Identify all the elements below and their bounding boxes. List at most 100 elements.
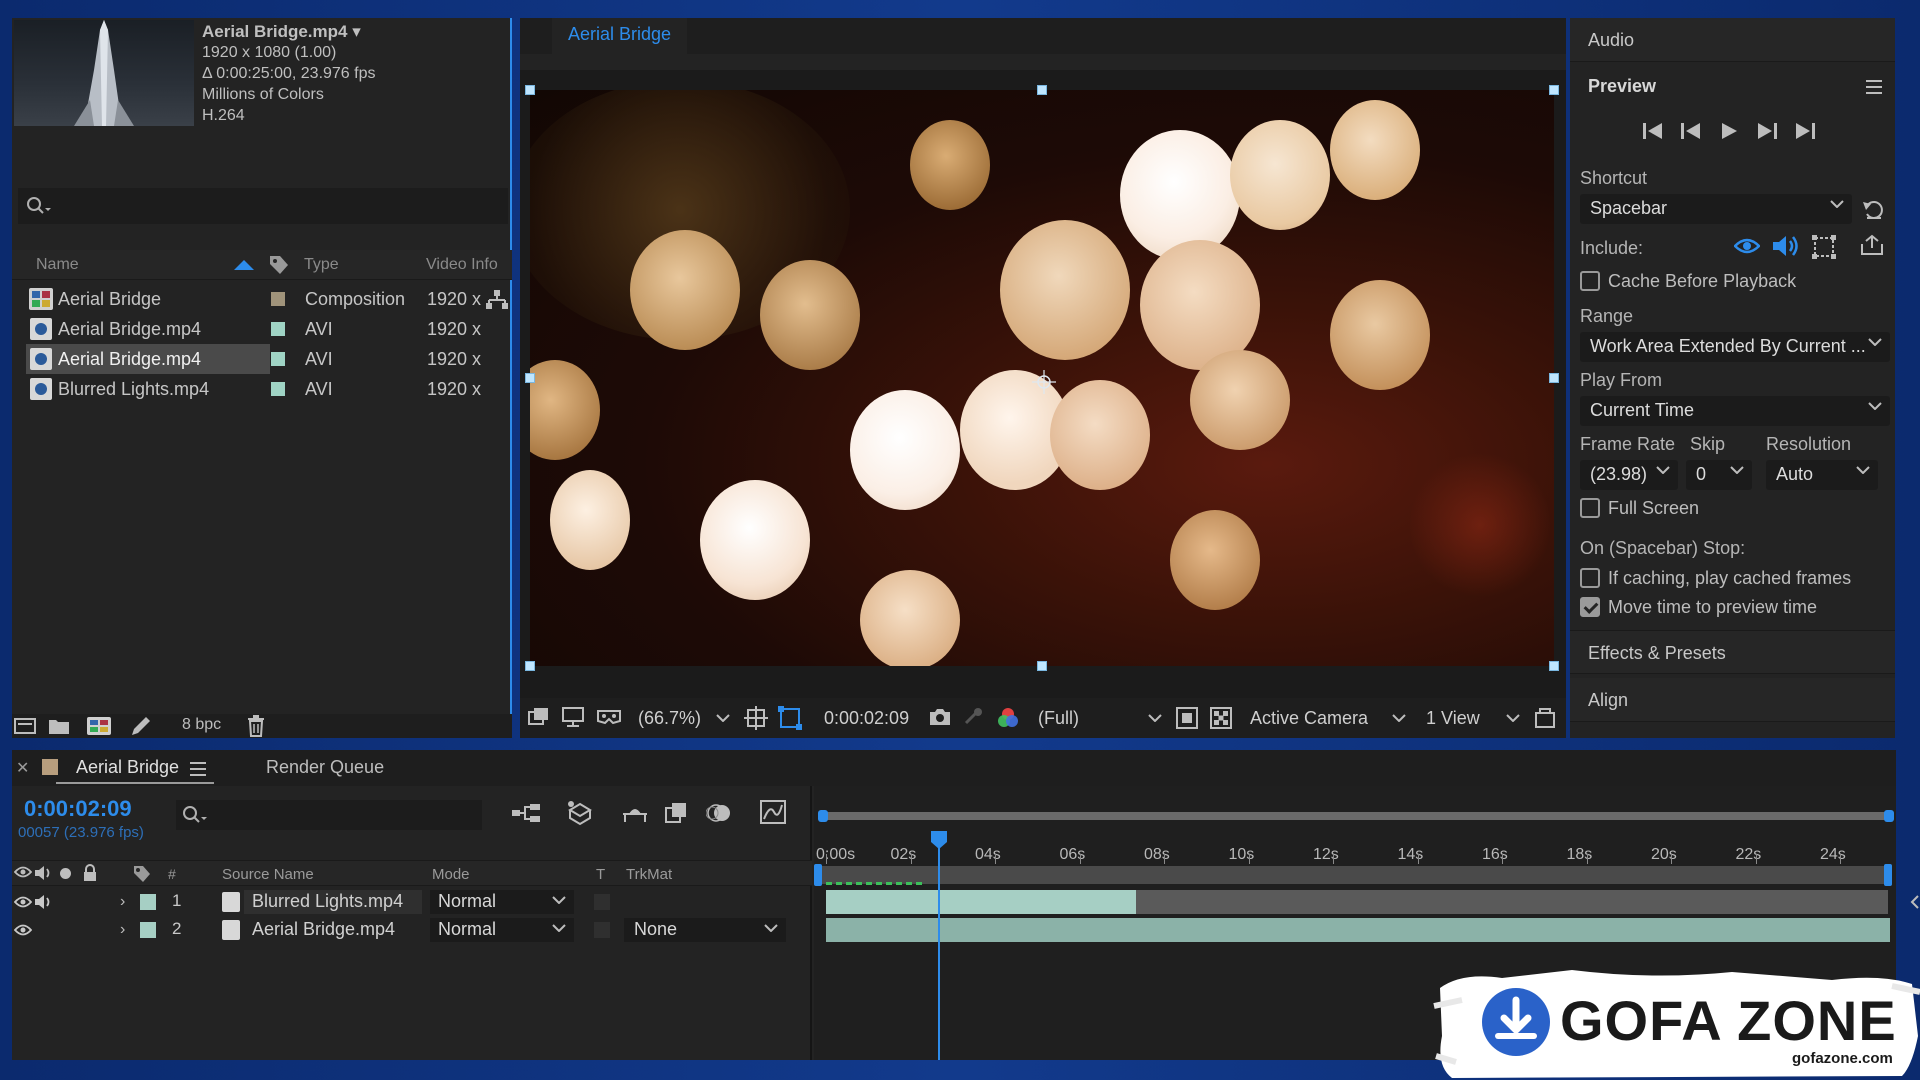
current-time-display[interactable]: 0:00:02:09 bbox=[824, 708, 909, 729]
view-layout-dropdown[interactable]: 1 View bbox=[1426, 708, 1480, 729]
always-preview-icon[interactable] bbox=[528, 707, 550, 727]
layer-duration-bar[interactable] bbox=[826, 890, 1136, 914]
label-tag-icon[interactable] bbox=[268, 254, 290, 276]
transform-handle[interactable] bbox=[1037, 85, 1047, 95]
solo-icon[interactable] bbox=[60, 868, 71, 879]
audio-speaker-icon[interactable] bbox=[34, 864, 54, 882]
effects-presets-panel-header[interactable]: Effects & Presets bbox=[1570, 630, 1895, 674]
column-mode[interactable]: Mode bbox=[432, 866, 470, 883]
snapshot-camera-icon[interactable] bbox=[928, 706, 952, 728]
bit-depth-button[interactable]: 8 bpc bbox=[182, 716, 221, 734]
preserve-transparency-toggle[interactable] bbox=[594, 922, 610, 938]
video-eye-icon[interactable] bbox=[14, 923, 32, 937]
label-tag-icon[interactable] bbox=[132, 864, 152, 884]
chevron-down-icon[interactable] bbox=[1506, 714, 1520, 722]
timeline-layer-row[interactable]: › 2 Aerial Bridge.mp4 Normal None bbox=[12, 916, 812, 944]
export-output-icon[interactable] bbox=[1860, 234, 1884, 256]
panel-menu-icon[interactable] bbox=[190, 762, 206, 776]
transform-handle[interactable] bbox=[1549, 373, 1559, 383]
last-frame-icon[interactable] bbox=[1794, 122, 1816, 140]
playhead-marker-icon[interactable] bbox=[930, 830, 948, 850]
tab-render-queue[interactable]: Render Queue bbox=[266, 757, 384, 778]
new-composition-icon[interactable] bbox=[86, 716, 112, 736]
transform-handle[interactable] bbox=[525, 373, 535, 383]
shortcut-dropdown[interactable]: Spacebar bbox=[1580, 194, 1852, 224]
frame-rate-dropdown[interactable]: (23.98) bbox=[1580, 460, 1678, 490]
chevron-down-icon[interactable] bbox=[1392, 714, 1406, 722]
transform-handle[interactable] bbox=[525, 661, 535, 671]
timeline-expand-icon[interactable] bbox=[1908, 894, 1920, 910]
composition-mini-flowchart-icon[interactable] bbox=[512, 802, 540, 824]
track-matte-dropdown[interactable]: None bbox=[624, 918, 786, 942]
resolution-dropdown[interactable]: Auto bbox=[1766, 460, 1878, 490]
range-dropdown[interactable]: Work Area Extended By Current ... bbox=[1580, 332, 1890, 362]
graph-editor-icon[interactable] bbox=[760, 800, 786, 824]
item-title[interactable]: Aerial Bridge.mp4 ▾ bbox=[202, 22, 361, 42]
new-folder-icon[interactable] bbox=[48, 716, 70, 736]
lock-icon[interactable] bbox=[82, 864, 98, 882]
full-screen-checkbox[interactable] bbox=[1580, 498, 1600, 518]
trash-icon[interactable] bbox=[246, 715, 266, 737]
adjust-project-settings-icon[interactable] bbox=[128, 715, 150, 737]
include-audio-speaker-icon[interactable] bbox=[1772, 234, 1800, 258]
column-source-name[interactable]: Source Name bbox=[222, 866, 314, 883]
composition-canvas[interactable] bbox=[530, 90, 1554, 666]
project-item-row[interactable]: Blurred Lights.mp4 AVI 1920 x bbox=[12, 374, 512, 404]
project-item-row[interactable]: Aerial Bridge Composition 1920 x bbox=[12, 284, 512, 314]
column-trkmat[interactable]: TrkMat bbox=[626, 866, 672, 883]
align-panel-header[interactable]: Align bbox=[1570, 678, 1895, 722]
grid-guides-icon[interactable] bbox=[744, 706, 768, 730]
vr-goggles-icon[interactable] bbox=[596, 707, 622, 727]
transform-handle[interactable] bbox=[525, 85, 535, 95]
play-icon[interactable] bbox=[1720, 122, 1738, 140]
motion-blur-icon[interactable] bbox=[706, 802, 732, 824]
project-search-input[interactable] bbox=[18, 188, 508, 224]
work-area-bar[interactable] bbox=[818, 866, 1890, 884]
video-eye-icon[interactable] bbox=[14, 895, 32, 909]
blend-mode-dropdown[interactable]: Normal bbox=[430, 918, 574, 942]
camera-dropdown[interactable]: Active Camera bbox=[1250, 708, 1368, 729]
magnification-dropdown[interactable]: (66.7%) bbox=[638, 708, 701, 729]
show-snapshot-icon[interactable] bbox=[962, 707, 984, 727]
flowchart-icon[interactable] bbox=[486, 290, 508, 310]
layer-duration-bar[interactable] bbox=[826, 918, 1890, 942]
monitor-icon[interactable] bbox=[562, 707, 584, 727]
previous-frame-icon[interactable] bbox=[1680, 122, 1702, 140]
include-video-eye-icon[interactable] bbox=[1734, 236, 1760, 256]
next-frame-icon[interactable] bbox=[1756, 122, 1778, 140]
anchor-point-icon[interactable] bbox=[1032, 370, 1056, 394]
chevron-down-icon[interactable] bbox=[1148, 714, 1162, 722]
column-name[interactable]: Name bbox=[36, 256, 79, 274]
column-video-info[interactable]: Video Info bbox=[426, 256, 498, 274]
audio-speaker-icon[interactable] bbox=[34, 893, 54, 911]
shy-layers-icon[interactable] bbox=[622, 802, 648, 824]
mask-shape-path-icon[interactable] bbox=[778, 706, 802, 730]
first-frame-icon[interactable] bbox=[1642, 122, 1664, 140]
if-caching-checkbox[interactable] bbox=[1580, 568, 1600, 588]
transform-handle[interactable] bbox=[1549, 85, 1559, 95]
resolution-dropdown[interactable]: (Full) bbox=[1038, 708, 1079, 729]
tab-timeline-aerial-bridge[interactable]: Aerial Bridge bbox=[76, 757, 179, 778]
timeline-current-time[interactable]: 0:00:02:09 bbox=[24, 796, 132, 822]
include-overlays-icon[interactable] bbox=[1812, 235, 1836, 259]
reset-exposure-icon[interactable] bbox=[1534, 707, 1556, 729]
layer-source-name[interactable]: Aerial Bridge.mp4 bbox=[244, 918, 422, 942]
frame-blending-icon[interactable] bbox=[664, 802, 688, 824]
panel-menu-icon[interactable] bbox=[1866, 80, 1882, 94]
cache-before-playback-checkbox[interactable] bbox=[1580, 271, 1600, 291]
work-area-start-handle[interactable] bbox=[814, 864, 822, 886]
move-time-checkbox[interactable] bbox=[1580, 597, 1600, 617]
reset-icon[interactable] bbox=[1862, 198, 1884, 220]
project-item-row-selected[interactable]: Aerial Bridge.mp4 AVI 1920 x bbox=[12, 344, 512, 374]
region-of-interest-icon[interactable] bbox=[1176, 707, 1198, 729]
item-title-dropdown-icon[interactable]: ▾ bbox=[352, 22, 361, 41]
column-track-matte-t[interactable]: T bbox=[596, 866, 605, 883]
layer-label-swatch[interactable] bbox=[140, 894, 156, 910]
color-channels-icon[interactable] bbox=[996, 706, 1020, 730]
chevron-down-icon[interactable] bbox=[716, 714, 730, 722]
draft-3d-icon[interactable] bbox=[566, 800, 594, 826]
preserve-transparency-toggle[interactable] bbox=[594, 894, 610, 910]
transform-handle[interactable] bbox=[1549, 661, 1559, 671]
timeline-layer-row[interactable]: › 1 Blurred Lights.mp4 Normal bbox=[12, 888, 812, 916]
project-item-row[interactable]: Aerial Bridge.mp4 AVI 1920 x bbox=[12, 314, 512, 344]
